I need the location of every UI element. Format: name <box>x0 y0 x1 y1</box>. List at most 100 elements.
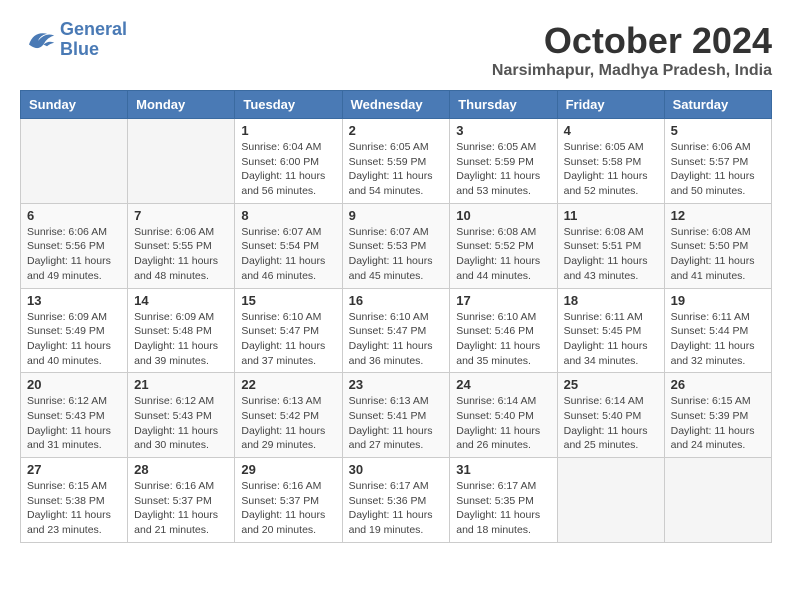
calendar-week-row: 6 Sunrise: 6:06 AMSunset: 5:56 PMDaylight… <box>21 203 772 288</box>
day-number: 23 <box>349 377 444 392</box>
day-info: Sunrise: 6:07 AMSunset: 5:53 PMDaylight:… <box>349 225 444 284</box>
day-number: 10 <box>456 208 550 223</box>
day-number: 14 <box>134 293 228 308</box>
day-info: Sunrise: 6:13 AMSunset: 5:42 PMDaylight:… <box>241 394 335 453</box>
day-info: Sunrise: 6:05 AMSunset: 5:59 PMDaylight:… <box>349 140 444 199</box>
day-number: 29 <box>241 462 335 477</box>
day-number: 20 <box>27 377 121 392</box>
calendar-day-cell <box>21 119 128 204</box>
calendar-day-cell: 24 Sunrise: 6:14 AMSunset: 5:40 PMDayligh… <box>450 373 557 458</box>
calendar-table: SundayMondayTuesdayWednesdayThursdayFrid… <box>20 90 772 543</box>
day-header-thursday: Thursday <box>450 91 557 119</box>
day-info: Sunrise: 6:13 AMSunset: 5:41 PMDaylight:… <box>349 394 444 453</box>
day-number: 22 <box>241 377 335 392</box>
day-info: Sunrise: 6:16 AMSunset: 5:37 PMDaylight:… <box>241 479 335 538</box>
day-number: 19 <box>671 293 765 308</box>
day-info: Sunrise: 6:06 AMSunset: 5:57 PMDaylight:… <box>671 140 765 199</box>
calendar-day-cell: 12Sunrise: 6:08 AMSunset: 5:50 PMDayligh… <box>664 203 771 288</box>
calendar-day-cell: 4 Sunrise: 6:05 AMSunset: 5:58 PMDaylight… <box>557 119 664 204</box>
day-number: 24 <box>456 377 550 392</box>
day-info: Sunrise: 6:09 AMSunset: 5:49 PMDaylight:… <box>27 310 121 369</box>
day-info: Sunrise: 6:05 AMSunset: 5:58 PMDaylight:… <box>564 140 658 199</box>
title-block: October 2024 Narsimhapur, Madhya Pradesh… <box>492 20 772 80</box>
calendar-day-cell: 5 Sunrise: 6:06 AMSunset: 5:57 PMDaylight… <box>664 119 771 204</box>
calendar-day-cell <box>557 458 664 543</box>
logo-icon <box>20 26 56 54</box>
day-number: 28 <box>134 462 228 477</box>
day-info: Sunrise: 6:14 AMSunset: 5:40 PMDaylight:… <box>456 394 550 453</box>
calendar-week-row: 20 Sunrise: 6:12 AMSunset: 5:43 PMDayligh… <box>21 373 772 458</box>
day-number: 21 <box>134 377 228 392</box>
calendar-day-cell: 2 Sunrise: 6:05 AMSunset: 5:59 PMDaylight… <box>342 119 450 204</box>
day-info: Sunrise: 6:17 AMSunset: 5:36 PMDaylight:… <box>349 479 444 538</box>
location-subtitle: Narsimhapur, Madhya Pradesh, India <box>492 62 772 80</box>
day-info: Sunrise: 6:10 AMSunset: 5:47 PMDaylight:… <box>349 310 444 369</box>
calendar-day-cell: 3 Sunrise: 6:05 AMSunset: 5:59 PMDaylight… <box>450 119 557 204</box>
day-info: Sunrise: 6:07 AMSunset: 5:54 PMDaylight:… <box>241 225 335 284</box>
calendar-day-cell: 15 Sunrise: 6:10 AMSunset: 5:47 PMDayligh… <box>235 288 342 373</box>
calendar-day-cell: 18Sunrise: 6:11 AMSunset: 5:45 PMDayligh… <box>557 288 664 373</box>
day-number: 12 <box>671 208 765 223</box>
day-number: 16 <box>349 293 444 308</box>
day-info: Sunrise: 6:10 AMSunset: 5:47 PMDaylight:… <box>241 310 335 369</box>
calendar-day-cell: 28Sunrise: 6:16 AMSunset: 5:37 PMDayligh… <box>128 458 235 543</box>
day-number: 26 <box>671 377 765 392</box>
day-number: 25 <box>564 377 658 392</box>
calendar-day-cell: 16 Sunrise: 6:10 AMSunset: 5:47 PMDayligh… <box>342 288 450 373</box>
calendar-day-cell: 20 Sunrise: 6:12 AMSunset: 5:43 PMDayligh… <box>21 373 128 458</box>
calendar-week-row: 13 Sunrise: 6:09 AMSunset: 5:49 PMDayligh… <box>21 288 772 373</box>
day-number: 13 <box>27 293 121 308</box>
calendar-week-row: 1Sunrise: 6:04 AMSunset: 6:00 PMDaylight… <box>21 119 772 204</box>
calendar-day-cell: 19Sunrise: 6:11 AMSunset: 5:44 PMDayligh… <box>664 288 771 373</box>
day-number: 5 <box>671 123 765 138</box>
day-info: Sunrise: 6:08 AMSunset: 5:52 PMDaylight:… <box>456 225 550 284</box>
calendar-day-cell: 14 Sunrise: 6:09 AMSunset: 5:48 PMDayligh… <box>128 288 235 373</box>
calendar-day-cell: 17 Sunrise: 6:10 AMSunset: 5:46 PMDayligh… <box>450 288 557 373</box>
day-info: Sunrise: 6:08 AMSunset: 5:51 PMDaylight:… <box>564 225 658 284</box>
month-title: October 2024 <box>492 20 772 62</box>
calendar-day-cell: 27Sunrise: 6:15 AMSunset: 5:38 PMDayligh… <box>21 458 128 543</box>
day-number: 4 <box>564 123 658 138</box>
calendar-day-cell: 23 Sunrise: 6:13 AMSunset: 5:41 PMDayligh… <box>342 373 450 458</box>
day-number: 7 <box>134 208 228 223</box>
calendar-day-cell <box>128 119 235 204</box>
calendar-day-cell: 11Sunrise: 6:08 AMSunset: 5:51 PMDayligh… <box>557 203 664 288</box>
day-number: 15 <box>241 293 335 308</box>
calendar-day-cell: 7 Sunrise: 6:06 AMSunset: 5:55 PMDaylight… <box>128 203 235 288</box>
day-info: Sunrise: 6:10 AMSunset: 5:46 PMDaylight:… <box>456 310 550 369</box>
calendar-day-cell: 10 Sunrise: 6:08 AMSunset: 5:52 PMDayligh… <box>450 203 557 288</box>
day-info: Sunrise: 6:06 AMSunset: 5:56 PMDaylight:… <box>27 225 121 284</box>
day-info: Sunrise: 6:14 AMSunset: 5:40 PMDaylight:… <box>564 394 658 453</box>
day-header-sunday: Sunday <box>21 91 128 119</box>
logo-text: General Blue <box>60 20 127 60</box>
calendar-day-cell: 6 Sunrise: 6:06 AMSunset: 5:56 PMDaylight… <box>21 203 128 288</box>
day-info: Sunrise: 6:17 AMSunset: 5:35 PMDaylight:… <box>456 479 550 538</box>
day-number: 17 <box>456 293 550 308</box>
calendar-week-row: 27Sunrise: 6:15 AMSunset: 5:38 PMDayligh… <box>21 458 772 543</box>
day-info: Sunrise: 6:12 AMSunset: 5:43 PMDaylight:… <box>27 394 121 453</box>
calendar-header-row: SundayMondayTuesdayWednesdayThursdayFrid… <box>21 91 772 119</box>
day-number: 3 <box>456 123 550 138</box>
day-header-tuesday: Tuesday <box>235 91 342 119</box>
day-number: 8 <box>241 208 335 223</box>
day-info: Sunrise: 6:05 AMSunset: 5:59 PMDaylight:… <box>456 140 550 199</box>
calendar-day-cell: 1Sunrise: 6:04 AMSunset: 6:00 PMDaylight… <box>235 119 342 204</box>
day-info: Sunrise: 6:09 AMSunset: 5:48 PMDaylight:… <box>134 310 228 369</box>
day-info: Sunrise: 6:06 AMSunset: 5:55 PMDaylight:… <box>134 225 228 284</box>
calendar-day-cell <box>664 458 771 543</box>
day-info: Sunrise: 6:12 AMSunset: 5:43 PMDaylight:… <box>134 394 228 453</box>
calendar-day-cell: 13 Sunrise: 6:09 AMSunset: 5:49 PMDayligh… <box>21 288 128 373</box>
day-header-wednesday: Wednesday <box>342 91 450 119</box>
calendar-day-cell: 21 Sunrise: 6:12 AMSunset: 5:43 PMDayligh… <box>128 373 235 458</box>
day-number: 30 <box>349 462 444 477</box>
calendar-day-cell: 25 Sunrise: 6:14 AMSunset: 5:40 PMDayligh… <box>557 373 664 458</box>
day-number: 6 <box>27 208 121 223</box>
day-header-monday: Monday <box>128 91 235 119</box>
calendar-day-cell: 30 Sunrise: 6:17 AMSunset: 5:36 PMDayligh… <box>342 458 450 543</box>
calendar-day-cell: 26Sunrise: 6:15 AMSunset: 5:39 PMDayligh… <box>664 373 771 458</box>
day-number: 18 <box>564 293 658 308</box>
day-number: 9 <box>349 208 444 223</box>
day-number: 31 <box>456 462 550 477</box>
day-number: 2 <box>349 123 444 138</box>
calendar-day-cell: 29 Sunrise: 6:16 AMSunset: 5:37 PMDayligh… <box>235 458 342 543</box>
